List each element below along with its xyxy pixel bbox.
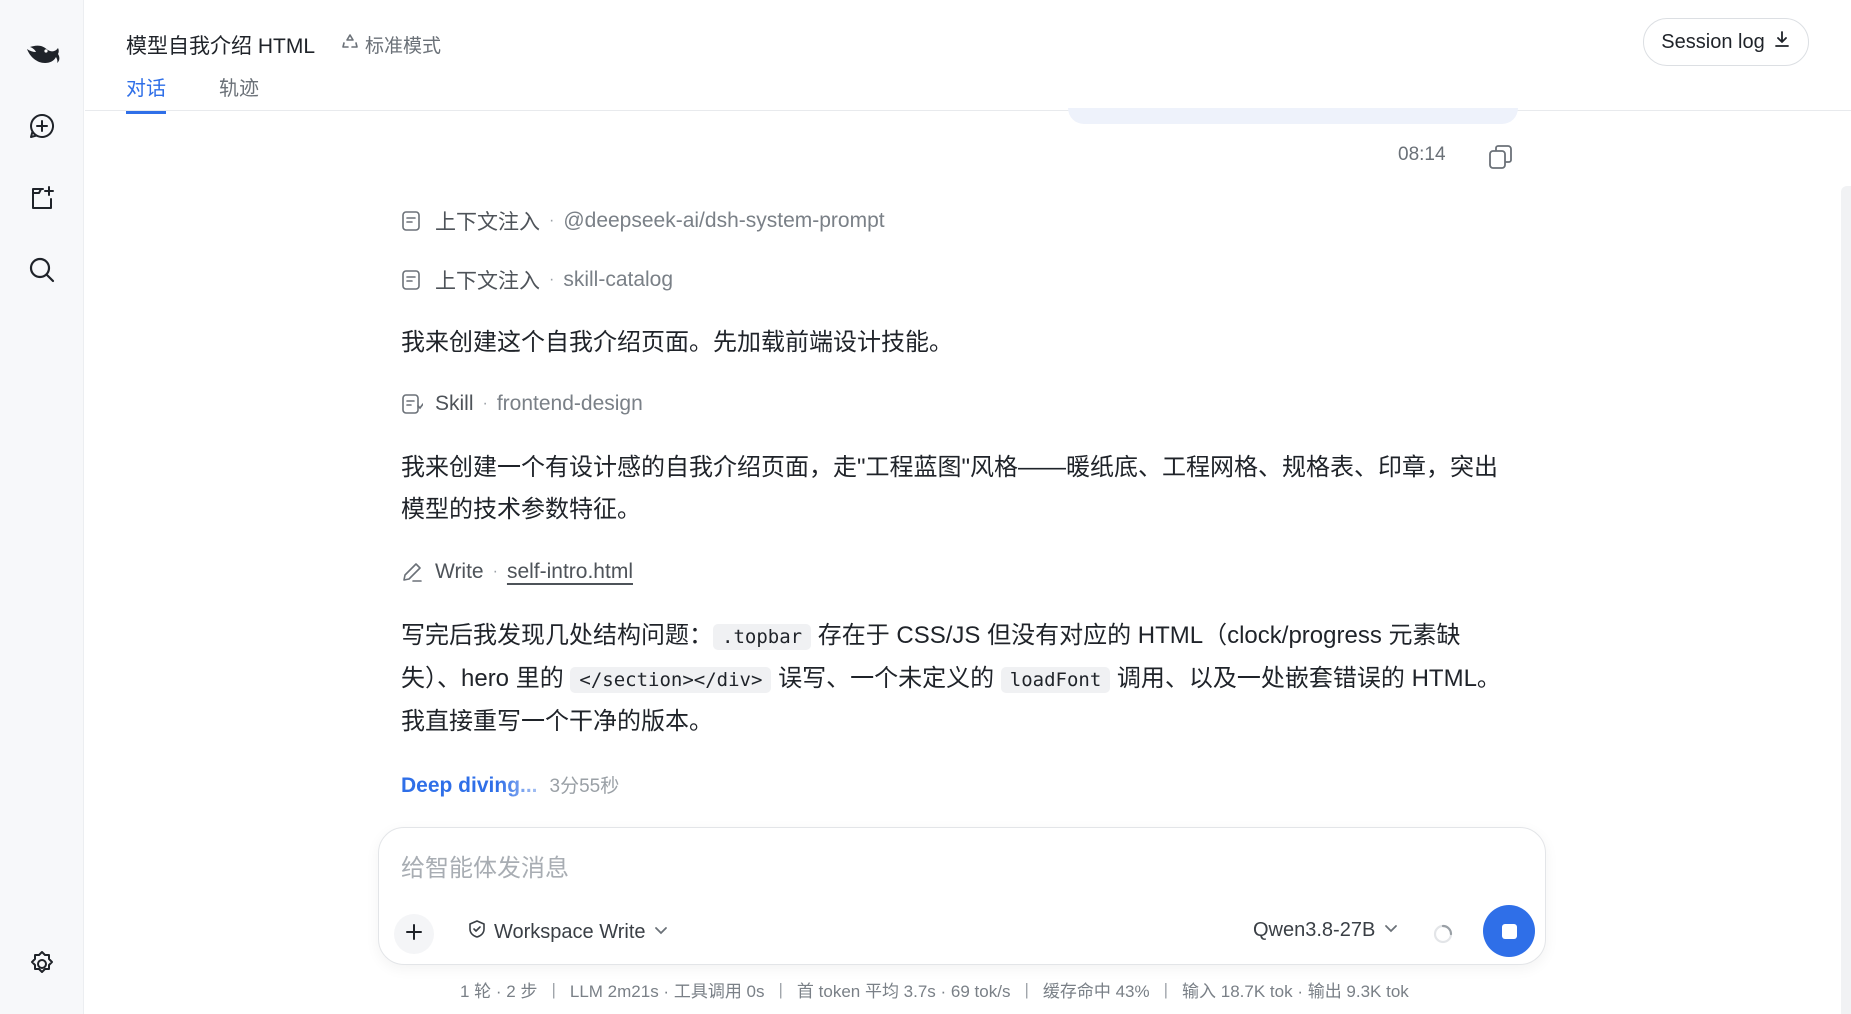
file-link[interactable]: self-intro.html — [507, 560, 633, 584]
loading-spinner-icon — [1432, 923, 1454, 945]
step-skill[interactable]: Skill · frontend-design — [401, 392, 643, 416]
model-select[interactable]: Qwen3.8-27B — [1253, 919, 1399, 942]
step-write[interactable]: Write · self-intro.html — [401, 560, 633, 584]
stat-first-token: 首 token 平均 3.7s · 69 tok/s — [796, 982, 1011, 1001]
page-title: 模型自我介绍 HTML — [126, 35, 315, 58]
pencil-icon — [401, 561, 423, 583]
thinking-duration: 3分55秒 — [549, 776, 620, 797]
chevron-down-icon — [653, 921, 669, 944]
thinking-status[interactable]: Deep diving... 3分55秒 — [401, 771, 619, 798]
stat-rounds: 1 轮 · 2 步 — [460, 982, 538, 1001]
deepseek-logo-icon[interactable] — [22, 34, 62, 74]
stop-icon — [1501, 923, 1517, 939]
session-log-button[interactable]: Session log — [1643, 18, 1809, 66]
model-label: Qwen3.8-27B — [1253, 919, 1376, 941]
scrollbar[interactable] — [1841, 186, 1851, 1014]
step-kind: 上下文注入 — [435, 211, 540, 234]
message-input[interactable] — [401, 852, 1501, 886]
stop-button[interactable] — [1483, 905, 1535, 957]
step-detail: skill-catalog — [563, 268, 674, 291]
document-icon — [401, 269, 423, 291]
new-chat-icon[interactable] — [22, 106, 62, 146]
permission-select[interactable]: Workspace Write — [467, 919, 669, 945]
document-icon — [401, 210, 423, 232]
mode-indicator[interactable]: 标准模式 — [341, 31, 441, 58]
shield-check-icon — [467, 919, 487, 945]
gear-icon[interactable] — [22, 944, 62, 984]
step-context-injection[interactable]: 上下文注入 · skill-catalog — [401, 265, 673, 295]
step-kind: 上下文注入 — [435, 270, 540, 293]
tab-bar: 对话 轨迹 — [126, 72, 259, 114]
run-stats: 1 轮 · 2 步 | LLM 2m21s · 工具调用 0s | 首 toke… — [460, 977, 1409, 1002]
chevron-down-icon — [1383, 919, 1399, 942]
stat-tokens: 输入 18.7K tok · 输出 9.3K tok — [1182, 982, 1409, 1001]
attach-button[interactable] — [394, 914, 434, 954]
copy-icon[interactable] — [1486, 142, 1516, 172]
stat-cache-hit: 缓存命中 43% — [1042, 982, 1150, 1001]
inline-code: loadFont — [1000, 667, 1111, 693]
thinking-label: Deep diving... — [401, 774, 538, 797]
assistant-paragraph: 写完后我发现几处结构问题： .topbar 存在于 CSS/JS 但没有对应的 H… — [401, 622, 1501, 735]
recycle-icon — [341, 33, 359, 57]
session-log-label: Session log — [1661, 30, 1765, 53]
add-folder-icon[interactable] — [22, 178, 62, 218]
step-detail: frontend-design — [496, 392, 643, 415]
step-context-injection[interactable]: 上下文注入 · @deepseek-ai/dsh-system-prompt — [401, 206, 885, 236]
inline-code: .topbar — [713, 624, 812, 650]
previous-user-bubble — [1068, 108, 1518, 124]
plus-icon — [404, 922, 424, 947]
step-kind: Skill — [435, 392, 474, 415]
tab-conversation[interactable]: 对话 — [126, 72, 166, 114]
conversation-header: 模型自我介绍 HTML 标准模式 对话 轨迹 Session log — [85, 0, 1851, 114]
message-composer: Workspace Write Qwen3.8-27B — [378, 827, 1546, 965]
assistant-paragraph: 我来创建一个有设计感的自我介绍页面，走"工程蓝图"风格——暖纸底、工程网格、规格… — [401, 454, 1499, 523]
message-timestamp: 08:14 — [1398, 144, 1446, 165]
step-kind: Write — [435, 560, 484, 583]
skill-icon — [401, 393, 423, 415]
mode-label: 标准模式 — [365, 36, 442, 57]
download-icon — [1773, 30, 1791, 54]
search-icon[interactable] — [22, 250, 62, 290]
assistant-paragraph: 我来创建这个自我介绍页面。先加载前端设计技能。 — [401, 329, 953, 356]
stat-llm-time: LLM 2m21s · 工具调用 0s — [569, 982, 765, 1001]
inline-code: </section></div> — [570, 667, 772, 693]
step-detail: @deepseek-ai/dsh-system-prompt — [563, 209, 885, 232]
tab-trace[interactable]: 轨迹 — [219, 72, 259, 114]
permission-label: Workspace Write — [494, 920, 646, 943]
left-sidebar — [0, 0, 84, 1014]
